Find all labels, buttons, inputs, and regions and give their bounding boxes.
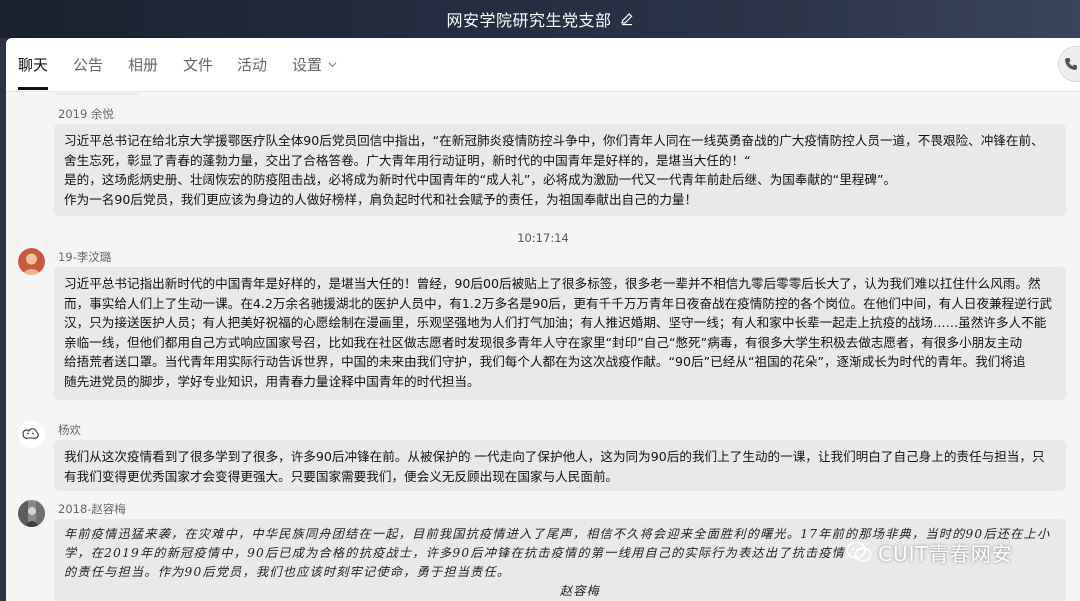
message-signature: 赵容梅 [559, 584, 601, 598]
message-line: 习近平总书记指出新时代的中国青年是好样的，是堪当大任的！曾经，90后00后被贴上… [64, 276, 1041, 291]
group-title: 网安学院研究生党支部 [446, 11, 612, 30]
tab-album[interactable]: 相册 [128, 54, 158, 76]
avatar[interactable] [18, 248, 45, 275]
tab-chat[interactable]: 聊天 [18, 54, 48, 76]
tab-announcement[interactable]: 公告 [73, 54, 103, 76]
wechat-icon [846, 541, 872, 562]
message-sender: 2019 余悦 [58, 107, 114, 121]
chat-panel: 聊天 公告 相册 文件 活动 设置 2019 余悦 习近平总书记在给北京大学援鄂… [6, 38, 1080, 601]
message-sender: 杨欢 [58, 423, 81, 437]
message-line: 舍生忘死，彰显了青春的蓬勃力量，交出了合格答卷。广大青年用行动证明，新时代的中国… [64, 152, 751, 168]
tab-bar: 聊天 公告 相册 文件 活动 设置 [6, 38, 1080, 92]
message-line: 而，事实给人们上了生动一课。在4.2万余名驰援湖北的医护人员中，有1.2万多名是… [64, 295, 1053, 311]
message-line: 随先进党员的脚步，学好专业知识，用青春力量诠释中国青年的时代担当。 [64, 373, 480, 389]
active-tab-indicator [18, 87, 48, 90]
message-line: 是的，这场彪炳史册、壮阔恢宏的防疫阻击战，必将成为新时代中国青年的“成人礼”，必… [64, 172, 897, 188]
message-list[interactable]: 2019 余悦 习近平总书记在给北京大学援鄂医疗队全体90后党员回信中指出，“在… [6, 93, 1080, 601]
message-line: 作为一名90后党员，我们更应该为身边的人做好榜样，肩负起时代和社会赋予的责任，为… [64, 191, 698, 207]
message-bubble[interactable]: 我们从这次疫情看到了很多学到了很多，许多90后冲锋在前。从被保护的 一代走向了保… [54, 440, 1066, 491]
message-sender: 19-李汶璐 [58, 250, 112, 264]
tab-settings[interactable]: 设置 [292, 54, 337, 76]
message-bubble[interactable]: 习近平总书记指出新时代的中国青年是好样的，是堪当大任的！曾经，90后00后被贴上… [54, 267, 1066, 400]
avatar-image [18, 421, 45, 448]
message-line: 我们从这次疫情看到了很多学到了很多，许多90后冲锋在前。从被保护的 一代走向了保… [64, 449, 1045, 464]
message-line: 习近平总书记在给北京大学援鄂医疗队全体90后党员回信中指出，“在新冠肺炎疫情防控… [64, 133, 1044, 148]
edit-icon[interactable] [620, 12, 634, 26]
message-line: 给捂荒者送口罩。当代青年用实际行动告诉世界，中国的未来由我们守护，我们每个人都在… [64, 354, 1026, 370]
avatar-image [18, 248, 45, 275]
tab-activity[interactable]: 活动 [237, 54, 267, 76]
call-button[interactable] [1058, 46, 1080, 82]
phone-icon [1065, 58, 1077, 70]
message-sender: 2018-赵容梅 [58, 502, 126, 516]
tab-settings-label: 设置 [292, 56, 323, 74]
previous-message-bubble [54, 93, 140, 95]
message-line: 汉，只为接送医护人员；有人把美好祝福的心愿绘制在漫画里，乐观坚强地为人们打气加油… [64, 315, 1047, 331]
title-bar: 网安学院研究生党支部 [0, 0, 1080, 38]
watermark: CUIT青春网安 [846, 535, 1013, 569]
message-line: 有我们变得更优秀国家才会变得更强大。只要国家需要我们，便会义无反顾出现在国家与人… [64, 468, 619, 484]
avatar-image [18, 500, 45, 527]
message-line: 亲临一线，但他们都用自己方式响应国家号召，比如我在社区做志愿者时发现很多青年人守… [64, 334, 1023, 350]
message-bubble[interactable]: 习近平总书记在给北京大学援鄂医疗队全体90后党员回信中指出，“在新冠肺炎疫情防控… [54, 124, 1066, 216]
watermark-text: CUIT青春网安 [878, 541, 1013, 566]
chevron-down-icon [328, 62, 337, 68]
avatar[interactable] [18, 500, 45, 527]
avatar[interactable] [18, 421, 45, 448]
message-timestamp: 10:17:14 [517, 231, 569, 245]
tab-files[interactable]: 文件 [183, 54, 213, 76]
